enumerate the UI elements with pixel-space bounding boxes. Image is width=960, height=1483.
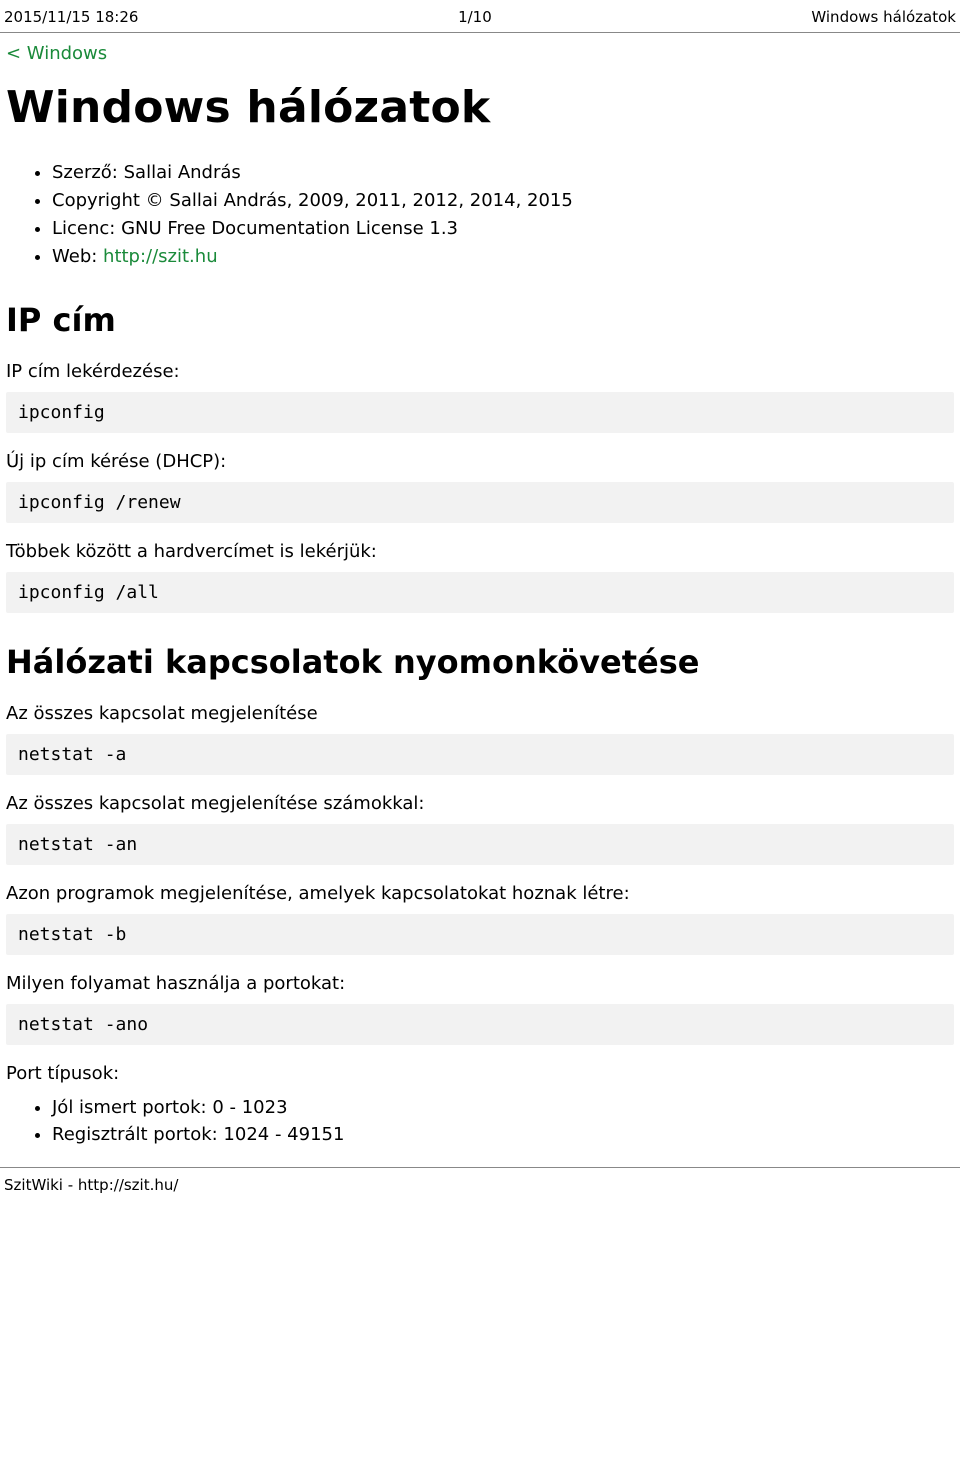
page: 2015/11/15 18:26 1/10 Windows hálózatok … bbox=[0, 0, 960, 1202]
ip-code-2: ipconfig /renew bbox=[6, 482, 954, 523]
meta-web: Web: http://szit.hu bbox=[52, 243, 954, 271]
net-code-3: netstat -b bbox=[6, 914, 954, 955]
meta-copyright: Copyright © Sallai András, 2009, 2011, 2… bbox=[52, 187, 954, 215]
page-header: 2015/11/15 18:26 1/10 Windows hálózatok bbox=[0, 0, 960, 30]
header-datetime: 2015/11/15 18:26 bbox=[4, 8, 138, 26]
net-p2: Az összes kapcsolat megjelenítése számok… bbox=[6, 793, 954, 814]
net-code-1: netstat -a bbox=[6, 734, 954, 775]
net-p3: Azon programok megjelenítése, amelyek ka… bbox=[6, 883, 954, 904]
net-code-2: netstat -an bbox=[6, 824, 954, 865]
section-ip-heading: IP cím bbox=[6, 301, 954, 339]
header-page-number: 1/10 bbox=[458, 8, 492, 26]
header-rule bbox=[0, 32, 960, 33]
port-types-list: Jól ismert portok: 0 - 1023 Regisztrált … bbox=[6, 1094, 954, 1150]
page-footer: SzitWiki - http://szit.hu/ bbox=[0, 1172, 960, 1202]
meta-author-name: Sallai András bbox=[124, 162, 241, 183]
net-p5: Port típusok: bbox=[6, 1063, 954, 1084]
ip-p1: IP cím lekérdezése: bbox=[6, 361, 954, 382]
content: < Windows Windows hálózatok Szerző: Sall… bbox=[0, 43, 960, 1149]
section-net-heading: Hálózati kapcsolatok nyomonkövetése bbox=[6, 643, 954, 681]
ip-p3: Többek között a hardvercímet is lekérjük… bbox=[6, 541, 954, 562]
net-p1: Az összes kapcsolat megjelenítése bbox=[6, 703, 954, 724]
footer-rule bbox=[0, 1167, 960, 1168]
meta-author: Szerző: Sallai András bbox=[52, 159, 954, 187]
ip-p2: Új ip cím kérése (DHCP): bbox=[6, 451, 954, 472]
header-doc-title: Windows hálózatok bbox=[811, 8, 956, 26]
meta-list: Szerző: Sallai András Copyright © Sallai… bbox=[6, 159, 954, 271]
net-code-4: netstat -ano bbox=[6, 1004, 954, 1045]
ip-code-1: ipconfig bbox=[6, 392, 954, 433]
back-link[interactable]: < Windows bbox=[6, 43, 107, 64]
net-p4: Milyen folyamat használja a portokat: bbox=[6, 973, 954, 994]
port-types-item-wellknown: Jól ismert portok: 0 - 1023 bbox=[52, 1094, 954, 1122]
meta-web-link[interactable]: http://szit.hu bbox=[103, 246, 218, 267]
port-types-item-registered: Regisztrált portok: 1024 - 49151 bbox=[52, 1121, 954, 1149]
meta-web-label: Web: bbox=[52, 246, 103, 267]
meta-license: Licenc: GNU Free Documentation License 1… bbox=[52, 215, 954, 243]
ip-code-3: ipconfig /all bbox=[6, 572, 954, 613]
page-title: Windows hálózatok bbox=[6, 82, 954, 133]
meta-author-label: Szerző: bbox=[52, 162, 118, 183]
